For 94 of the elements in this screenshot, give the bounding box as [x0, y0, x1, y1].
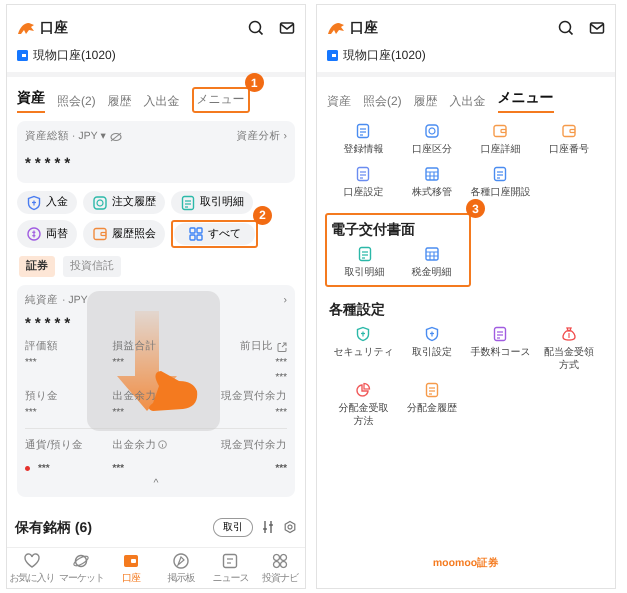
account-card-icon: [327, 50, 338, 60]
account-tab[interactable]: 履歴: [108, 92, 132, 113]
metric-value: ***: [274, 370, 287, 385]
account-tab[interactable]: 資産: [17, 87, 45, 113]
brand-footer: moomoo証券: [317, 556, 615, 572]
mail-icon[interactable]: [589, 20, 605, 36]
menu-item[interactable]: 登録情報: [329, 123, 398, 156]
logo-icon: [17, 20, 35, 34]
currency-label: · JPY: [62, 292, 88, 308]
menu-item[interactable]: 分配金受取方法: [329, 382, 398, 428]
metric-value: ***: [274, 356, 287, 370]
share-icon[interactable]: [277, 342, 287, 352]
chevron-icon[interactable]: ›: [284, 292, 287, 308]
flag-icon: [25, 466, 30, 472]
metric-value: ***: [112, 406, 126, 420]
metric-value: ***: [112, 356, 126, 370]
heart-icon: [22, 552, 41, 570]
menu-item[interactable]: セキュリティ: [329, 326, 398, 372]
menu-item[interactable]: 口座設定: [329, 166, 398, 199]
logo-icon: [327, 20, 345, 34]
grid-icon: [271, 552, 290, 570]
quick-action-button[interactable]: 入金: [17, 191, 77, 214]
account-label[interactable]: 現物口座(1020): [343, 46, 426, 64]
account-tab[interactable]: 照会(2): [57, 92, 96, 113]
account-tab[interactable]: 資産: [327, 92, 351, 113]
nav-tab[interactable]: マーケット: [56, 552, 106, 586]
account-tab[interactable]: 履歴: [414, 92, 438, 113]
metric-label: 現金買付余力: [221, 388, 287, 404]
menu-item[interactable]: 税金明細: [398, 246, 465, 279]
nav-tab[interactable]: 掲示板: [156, 552, 206, 586]
screen-title: 口座: [350, 18, 378, 37]
segment-tab[interactable]: 証券: [19, 256, 55, 277]
section-title: 各種設定: [328, 300, 386, 319]
news-icon: [221, 552, 240, 570]
column-header: 通貨/預り金: [25, 438, 83, 450]
menu-item[interactable]: 口座番号: [534, 123, 603, 156]
menu-item[interactable]: 取引設定: [398, 326, 466, 372]
compass-icon: [172, 552, 190, 570]
account-label[interactable]: 現物口座(1020): [33, 46, 116, 64]
menu-item[interactable]: 株式移管: [398, 166, 466, 199]
search-icon[interactable]: [248, 20, 264, 36]
metric-value: ***: [274, 406, 287, 420]
wallet-icon: [122, 552, 140, 570]
menu-item[interactable]: 配当金受領方式: [534, 326, 603, 372]
holdings-title: 保有銘柄 (6): [15, 518, 92, 537]
metric-label: 預り金: [25, 388, 58, 404]
metric-label: 出金余力: [112, 388, 156, 404]
quick-action-button[interactable]: 注文履歴: [83, 191, 165, 214]
nav-tab[interactable]: 投資ナビ: [255, 552, 305, 586]
metric-label: 評価額: [25, 339, 58, 354]
account-tab[interactable]: 入出金: [144, 92, 180, 113]
info-icon[interactable]: [158, 440, 168, 450]
account-card-icon: [17, 50, 28, 60]
hidden-amount: *****: [25, 154, 76, 174]
metric-value: ***: [25, 356, 38, 370]
settings-icon[interactable]: [283, 520, 297, 534]
menu-item[interactable]: 取引明細: [331, 246, 398, 279]
menu-item[interactable]: 各種口座開設: [466, 166, 534, 199]
column-header: 出金余力: [112, 438, 156, 450]
menu-item[interactable]: 分配金履歴: [398, 382, 466, 428]
search-icon[interactable]: [558, 20, 574, 36]
quick-action-button[interactable]: すべて: [174, 222, 255, 246]
quick-action-button[interactable]: 両替: [17, 220, 77, 248]
column-header: 現金買付余力: [221, 438, 287, 450]
account-tab[interactable]: メニュー: [498, 87, 554, 113]
net-assets-title: 純資産: [25, 292, 58, 308]
step-badge: 2: [253, 206, 272, 225]
eye-icon[interactable]: [110, 132, 122, 142]
screen-title: 口座: [40, 18, 68, 37]
metric-value: ***: [25, 406, 38, 420]
account-tab[interactable]: 照会(2): [363, 92, 402, 113]
menu-item[interactable]: 口座区分: [398, 123, 466, 156]
nav-tab[interactable]: お気に入り: [7, 552, 57, 586]
account-tab[interactable]: 入出金: [450, 92, 486, 113]
asset-analysis-link[interactable]: 資産分析 ›: [236, 129, 287, 145]
trade-button[interactable]: 取引: [213, 518, 253, 537]
quick-action-button[interactable]: 取引明細: [171, 191, 253, 214]
hidden-amount: *****: [25, 314, 76, 334]
step-badge: 3: [466, 199, 485, 218]
quick-action-button[interactable]: 履歴照会: [83, 220, 165, 248]
collapse-toggle[interactable]: ^: [25, 478, 287, 489]
table-cell-text: ***: [275, 462, 287, 476]
menu-item[interactable]: 手数料コース: [466, 326, 534, 372]
menu-item[interactable]: 口座詳細: [466, 123, 534, 156]
account-tab[interactable]: メニュー: [194, 89, 248, 111]
table-cell-text: ***: [38, 462, 50, 476]
nav-tab[interactable]: ニュース: [206, 552, 256, 586]
metric-label: 前日比: [240, 339, 273, 354]
section-title: 電子交付書面: [330, 220, 416, 239]
table-cell-text: ***: [112, 462, 124, 476]
planet-icon: [72, 552, 90, 570]
mail-icon[interactable]: [279, 20, 295, 36]
sliders-icon[interactable]: [261, 520, 275, 534]
summary-title: 資産総額 · JPY ▾: [25, 129, 106, 144]
